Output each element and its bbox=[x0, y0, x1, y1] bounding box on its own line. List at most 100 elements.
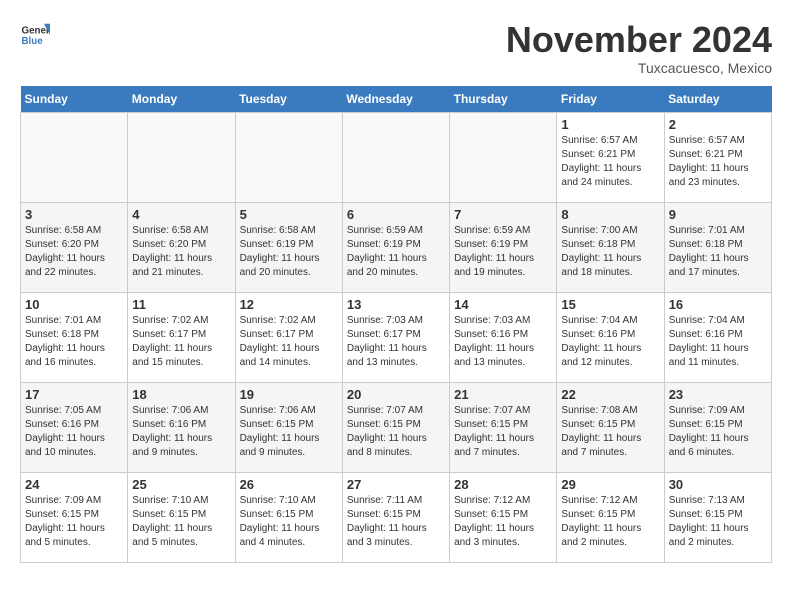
calendar-cell: 23Sunrise: 7:09 AM Sunset: 6:15 PM Dayli… bbox=[664, 382, 771, 472]
calendar-cell: 26 Sunrise: 7:10 AM Sunset: 6:15 PM Dayli… bbox=[235, 472, 342, 562]
calendar-cell: 22Sunrise: 7:08 AM Sunset: 6:15 PM Dayli… bbox=[557, 382, 664, 472]
day-info: Sunrise: 6:58 AM Sunset: 6:19 PM Dayligh… bbox=[240, 224, 338, 280]
calendar-cell: 1 Sunrise: 6:57 AM Sunset: 6:21 PM Daylig… bbox=[557, 112, 664, 202]
day-number: 30 bbox=[669, 477, 767, 492]
day-info: Sunrise: 7:04 AM Sunset: 6:16 PM Dayligh… bbox=[669, 314, 767, 370]
day-info: Sunrise: 7:10 AM Sunset: 6:15 PM Dayligh… bbox=[240, 494, 338, 550]
calendar-cell: 2Sunrise: 6:57 AM Sunset: 6:21 PM Daylig… bbox=[664, 112, 771, 202]
calendar-cell: 24Sunrise: 7:09 AM Sunset: 6:15 PM Dayli… bbox=[21, 472, 128, 562]
calendar-cell: 8Sunrise: 7:00 AM Sunset: 6:18 PM Daylig… bbox=[557, 202, 664, 292]
calendar-cell: 29Sunrise: 7:12 AM Sunset: 6:15 PM Dayli… bbox=[557, 472, 664, 562]
calendar-cell bbox=[450, 112, 557, 202]
week-row-3: 10 Sunrise: 7:01 AM Sunset: 6:18 PM Dayli… bbox=[21, 292, 772, 382]
logo: General Blue bbox=[20, 20, 50, 50]
day-number: 7 bbox=[454, 207, 552, 222]
day-number: 21 bbox=[454, 387, 552, 402]
day-number: 14 bbox=[454, 297, 552, 312]
day-info: Sunrise: 6:58 AM Sunset: 6:20 PM Dayligh… bbox=[132, 224, 230, 280]
calendar-cell: 14Sunrise: 7:03 AM Sunset: 6:16 PM Dayli… bbox=[450, 292, 557, 382]
col-thursday: Thursday bbox=[450, 86, 557, 113]
day-info: Sunrise: 7:06 AM Sunset: 6:15 PM Dayligh… bbox=[240, 404, 338, 460]
day-number: 13 bbox=[347, 297, 445, 312]
day-number: 24 bbox=[25, 477, 123, 492]
day-number: 28 bbox=[454, 477, 552, 492]
day-info: Sunrise: 7:13 AM Sunset: 6:15 PM Dayligh… bbox=[669, 494, 767, 550]
week-row-5: 24Sunrise: 7:09 AM Sunset: 6:15 PM Dayli… bbox=[21, 472, 772, 562]
day-info: Sunrise: 7:07 AM Sunset: 6:15 PM Dayligh… bbox=[454, 404, 552, 460]
calendar-cell: 5 Sunrise: 6:58 AM Sunset: 6:19 PM Daylig… bbox=[235, 202, 342, 292]
day-number: 8 bbox=[561, 207, 659, 222]
calendar-cell: 11 Sunrise: 7:02 AM Sunset: 6:17 PM Dayli… bbox=[128, 292, 235, 382]
day-number: 22 bbox=[561, 387, 659, 402]
calendar-cell: 20Sunrise: 7:07 AM Sunset: 6:15 PM Dayli… bbox=[342, 382, 449, 472]
day-number: 12 bbox=[240, 297, 338, 312]
day-number: 23 bbox=[669, 387, 767, 402]
day-info: Sunrise: 7:01 AM Sunset: 6:18 PM Dayligh… bbox=[669, 224, 767, 280]
calendar-cell: 13Sunrise: 7:03 AM Sunset: 6:17 PM Dayli… bbox=[342, 292, 449, 382]
calendar-cell: 21 Sunrise: 7:07 AM Sunset: 6:15 PM Dayli… bbox=[450, 382, 557, 472]
day-info: Sunrise: 7:10 AM Sunset: 6:15 PM Dayligh… bbox=[132, 494, 230, 550]
svg-text:General: General bbox=[22, 26, 51, 37]
day-number: 5 bbox=[240, 207, 338, 222]
calendar-cell: 4 Sunrise: 6:58 AM Sunset: 6:20 PM Daylig… bbox=[128, 202, 235, 292]
day-info: Sunrise: 6:58 AM Sunset: 6:20 PM Dayligh… bbox=[25, 224, 123, 280]
calendar-cell: 18 Sunrise: 7:06 AM Sunset: 6:16 PM Dayli… bbox=[128, 382, 235, 472]
calendar-cell bbox=[21, 112, 128, 202]
calendar-cell: 16 Sunrise: 7:04 AM Sunset: 6:16 PM Dayli… bbox=[664, 292, 771, 382]
day-info: Sunrise: 7:02 AM Sunset: 6:17 PM Dayligh… bbox=[240, 314, 338, 370]
day-number: 3 bbox=[25, 207, 123, 222]
day-info: Sunrise: 7:06 AM Sunset: 6:16 PM Dayligh… bbox=[132, 404, 230, 460]
day-info: Sunrise: 6:59 AM Sunset: 6:19 PM Dayligh… bbox=[347, 224, 445, 280]
week-row-2: 3 Sunrise: 6:58 AM Sunset: 6:20 PM Daylig… bbox=[21, 202, 772, 292]
calendar-cell bbox=[342, 112, 449, 202]
day-number: 26 bbox=[240, 477, 338, 492]
day-number: 9 bbox=[669, 207, 767, 222]
location: Tuxcacuesco, Mexico bbox=[506, 60, 772, 76]
day-number: 10 bbox=[25, 297, 123, 312]
calendar-cell: 30 Sunrise: 7:13 AM Sunset: 6:15 PM Dayli… bbox=[664, 472, 771, 562]
col-tuesday: Tuesday bbox=[235, 86, 342, 113]
day-info: Sunrise: 7:12 AM Sunset: 6:15 PM Dayligh… bbox=[454, 494, 552, 550]
col-saturday: Saturday bbox=[664, 86, 771, 113]
calendar-cell: 19Sunrise: 7:06 AM Sunset: 6:15 PM Dayli… bbox=[235, 382, 342, 472]
calendar-cell bbox=[235, 112, 342, 202]
day-info: Sunrise: 7:12 AM Sunset: 6:15 PM Dayligh… bbox=[561, 494, 659, 550]
day-number: 18 bbox=[132, 387, 230, 402]
day-number: 4 bbox=[132, 207, 230, 222]
svg-text:Blue: Blue bbox=[22, 36, 44, 47]
calendar-table: Sunday Monday Tuesday Wednesday Thursday… bbox=[20, 86, 772, 563]
day-info: Sunrise: 7:04 AM Sunset: 6:16 PM Dayligh… bbox=[561, 314, 659, 370]
day-number: 27 bbox=[347, 477, 445, 492]
day-number: 11 bbox=[132, 297, 230, 312]
logo-icon: General Blue bbox=[20, 20, 50, 50]
day-info: Sunrise: 7:07 AM Sunset: 6:15 PM Dayligh… bbox=[347, 404, 445, 460]
calendar-cell: 9 Sunrise: 7:01 AM Sunset: 6:18 PM Daylig… bbox=[664, 202, 771, 292]
calendar-cell: 12 Sunrise: 7:02 AM Sunset: 6:17 PM Dayli… bbox=[235, 292, 342, 382]
col-friday: Friday bbox=[557, 86, 664, 113]
col-wednesday: Wednesday bbox=[342, 86, 449, 113]
day-number: 16 bbox=[669, 297, 767, 312]
week-row-1: 1 Sunrise: 6:57 AM Sunset: 6:21 PM Daylig… bbox=[21, 112, 772, 202]
day-info: Sunrise: 7:05 AM Sunset: 6:16 PM Dayligh… bbox=[25, 404, 123, 460]
week-row-4: 17Sunrise: 7:05 AM Sunset: 6:16 PM Dayli… bbox=[21, 382, 772, 472]
day-info: Sunrise: 6:57 AM Sunset: 6:21 PM Dayligh… bbox=[561, 134, 659, 190]
calendar-cell: 15 Sunrise: 7:04 AM Sunset: 6:16 PM Dayli… bbox=[557, 292, 664, 382]
day-number: 2 bbox=[669, 117, 767, 132]
calendar-cell bbox=[128, 112, 235, 202]
day-number: 1 bbox=[561, 117, 659, 132]
calendar-cell: 6 Sunrise: 6:59 AM Sunset: 6:19 PM Daylig… bbox=[342, 202, 449, 292]
day-info: Sunrise: 6:59 AM Sunset: 6:19 PM Dayligh… bbox=[454, 224, 552, 280]
day-info: Sunrise: 7:02 AM Sunset: 6:17 PM Dayligh… bbox=[132, 314, 230, 370]
calendar-cell: 28 Sunrise: 7:12 AM Sunset: 6:15 PM Dayli… bbox=[450, 472, 557, 562]
month-title: November 2024 bbox=[506, 20, 772, 60]
day-info: Sunrise: 7:01 AM Sunset: 6:18 PM Dayligh… bbox=[25, 314, 123, 370]
day-number: 15 bbox=[561, 297, 659, 312]
calendar-header-row: Sunday Monday Tuesday Wednesday Thursday… bbox=[21, 86, 772, 113]
day-number: 6 bbox=[347, 207, 445, 222]
day-info: Sunrise: 7:11 AM Sunset: 6:15 PM Dayligh… bbox=[347, 494, 445, 550]
calendar-cell: 10 Sunrise: 7:01 AM Sunset: 6:18 PM Dayli… bbox=[21, 292, 128, 382]
col-sunday: Sunday bbox=[21, 86, 128, 113]
calendar-cell: 7 Sunrise: 6:59 AM Sunset: 6:19 PM Daylig… bbox=[450, 202, 557, 292]
title-section: November 2024 Tuxcacuesco, Mexico bbox=[506, 20, 772, 76]
calendar-cell: 25Sunrise: 7:10 AM Sunset: 6:15 PM Dayli… bbox=[128, 472, 235, 562]
